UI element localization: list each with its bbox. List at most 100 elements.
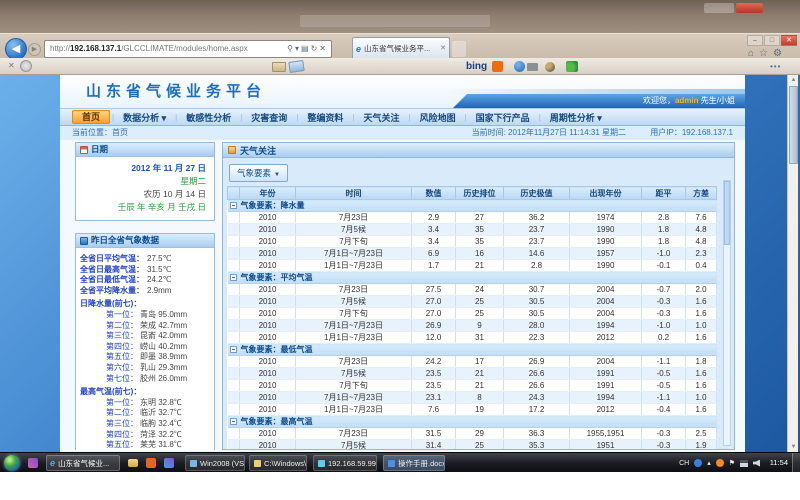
rank-label[interactable]: 第四位：	[106, 430, 138, 439]
forward-button[interactable]: ▶	[28, 43, 41, 56]
paw-app-icon[interactable]	[545, 62, 555, 72]
taskbar-clock[interactable]: 11:54	[770, 453, 788, 473]
collapse-icon[interactable]	[230, 202, 237, 209]
nav-item-1[interactable]: 首页	[72, 110, 110, 124]
nav-item-2[interactable]: 数据分析 ▾	[114, 111, 175, 124]
back-button[interactable]: ◀	[5, 38, 27, 60]
browser-tab[interactable]: e 山东省气候业务平... ✕	[352, 37, 450, 59]
table-row[interactable]: 20107月23日24.21726.92004-1.11.8	[228, 356, 717, 368]
rank-label[interactable]: 第四位：	[106, 342, 138, 351]
table-row[interactable]: 20107月5候27.02530.52004-0.31.6	[228, 296, 717, 308]
table-row[interactable]: 20107月5候23.52126.61991-0.51.6	[228, 368, 717, 380]
collapse-icon[interactable]	[230, 418, 237, 425]
nav-item-3[interactable]: 敏感性分析	[177, 111, 240, 124]
mail-card-icon[interactable]	[288, 60, 304, 73]
table-row[interactable]: 20107月5候3.43523.719901.84.8	[228, 224, 717, 236]
media-app-icon[interactable]	[164, 458, 174, 468]
language-indicator[interactable]: CH	[679, 460, 689, 467]
column-header-1[interactable]: 年份	[240, 187, 296, 200]
tray-blue-icon[interactable]	[694, 459, 702, 467]
taskbar-button-1[interactable]: Win2008 (VS2...	[185, 455, 245, 471]
scroll-down-icon[interactable]: ▼	[788, 442, 799, 452]
taskbar-button-2[interactable]: C:\Windows\s...	[249, 455, 307, 471]
table-row[interactable]: 20107月下旬23.52126.61991-0.51.6	[228, 380, 717, 392]
new-tab-button[interactable]	[452, 41, 466, 57]
orange-app-icon[interactable]	[146, 458, 156, 468]
refresh-icon[interactable]: ↻	[311, 44, 320, 53]
bing-logo[interactable]: bing	[466, 61, 487, 72]
rank-label[interactable]: 第二位：	[106, 408, 138, 417]
column-header-7[interactable]: 距平	[642, 187, 686, 200]
table-group-row[interactable]: 气象要素：最低气温	[228, 344, 717, 356]
table-row[interactable]: 20101月1日~7月23日12.03122.320120.21.6	[228, 332, 717, 344]
table-row[interactable]: 20107月23日31.52936.31955,1951-0.32.5	[228, 428, 717, 440]
table-row[interactable]: 20107月下旬27.02530.52004-0.31.6	[228, 308, 717, 320]
column-header-5[interactable]: 历史极值	[504, 187, 570, 200]
nav-item-4[interactable]: 灾害查询	[242, 111, 296, 124]
table-group-row[interactable]: 气象要素：降水量	[228, 200, 717, 212]
table-row[interactable]: 20107月23日2.92736.219742.87.6	[228, 212, 717, 224]
compass-icon[interactable]	[20, 60, 32, 72]
tab-close-icon[interactable]: ✕	[440, 39, 446, 59]
toolbar-close-icon[interactable]: ✕	[8, 61, 15, 70]
stop-icon[interactable]: ✕	[319, 44, 328, 53]
collapse-icon[interactable]	[230, 274, 237, 281]
rank-label[interactable]: 第五位：	[106, 440, 138, 449]
orange-addon-icon[interactable]	[492, 61, 503, 72]
table-row[interactable]: 20107月1日~7月23日23.1824.31994-1.11.0	[228, 392, 717, 404]
table-scrollbar-thumb[interactable]	[724, 181, 730, 245]
compatibility-icon[interactable]: ▤	[301, 44, 311, 53]
table-row[interactable]: 20107月23日27.52430.72004-0.72.0	[228, 284, 717, 296]
close-button[interactable]: ✕	[781, 35, 797, 46]
nav-item-8[interactable]: 国家下行产品	[467, 111, 539, 124]
page-scrollbar-thumb[interactable]	[789, 86, 798, 164]
taskbar-button-3[interactable]: 192.168.59.99...	[313, 455, 377, 471]
taskbar-ie-button[interactable]: e 山东省气候业...	[46, 455, 120, 471]
show-desktop-button[interactable]	[792, 453, 800, 473]
background-window-minmax-buttons[interactable]	[704, 3, 734, 13]
network-icon[interactable]	[740, 460, 748, 467]
column-header-4[interactable]: 历史排位	[456, 187, 504, 200]
background-window-close-button[interactable]	[736, 3, 763, 13]
rank-label[interactable]: 第三位：	[106, 331, 138, 340]
collapse-icon[interactable]	[230, 346, 237, 353]
table-scrollbar[interactable]	[723, 180, 731, 446]
minimize-button[interactable]: –	[747, 35, 763, 46]
rank-label[interactable]: 第一位：	[106, 310, 138, 319]
taskbar-button-4[interactable]: 操作手册.docx ...	[383, 455, 445, 471]
blue-app-icon[interactable]	[514, 61, 525, 72]
column-header-3[interactable]: 数值	[412, 187, 456, 200]
column-header-2[interactable]: 时间	[296, 187, 412, 200]
table-row[interactable]: 20107月5候31.42535.31951-0.31.9	[228, 440, 717, 451]
page-scrollbar[interactable]: ▲ ▼	[787, 75, 798, 452]
element-filter-button[interactable]: 气象要素▼	[229, 164, 288, 182]
column-header-6[interactable]: 出现年份	[570, 187, 642, 200]
table-row[interactable]: 20101月1日~7月23日1.7212.81990-0.10.4	[228, 260, 717, 272]
column-header-8[interactable]: 方差	[686, 187, 717, 200]
search-icon[interactable]: ⚲	[287, 44, 295, 53]
rank-label[interactable]: 第六位：	[106, 363, 138, 372]
rank-label[interactable]: 第七位：	[106, 374, 138, 383]
rank-label[interactable]: 第一位：	[106, 398, 138, 407]
explorer-folder-icon[interactable]	[128, 459, 138, 467]
nav-item-5[interactable]: 整编资料	[298, 111, 352, 124]
nav-item-6[interactable]: 天气关注	[354, 111, 408, 124]
start-button[interactable]	[4, 455, 20, 471]
table-row[interactable]: 20107月1日~7月23日26.9928.01994-1.01.0	[228, 320, 717, 332]
firefox-tray-icon[interactable]	[716, 459, 724, 467]
nav-item-7[interactable]: 风险地图	[411, 111, 465, 124]
address-bar[interactable]: http://192.168.137.1/GLCCLIMATE/modules/…	[44, 40, 332, 58]
table-row[interactable]: 20107月下旬3.43523.719901.84.8	[228, 236, 717, 248]
table-group-row[interactable]: 气象要素：最高气温	[228, 416, 717, 428]
more-options-icon[interactable]: •••	[770, 62, 781, 71]
table-group-row[interactable]: 气象要素：平均气温	[228, 272, 717, 284]
table-row[interactable]: 20101月1日~7月23日7.61917.22012-0.41.6	[228, 404, 717, 416]
rank-label[interactable]: 第二位：	[106, 321, 138, 330]
nav-item-9[interactable]: 周期性分析 ▾	[541, 111, 611, 124]
action-center-flag-icon[interactable]: ⚑	[729, 459, 735, 467]
card-icon-1[interactable]	[272, 62, 286, 72]
rank-label[interactable]: 第三位：	[106, 419, 138, 428]
volume-icon[interactable]	[753, 460, 760, 467]
scroll-up-icon[interactable]: ▲	[788, 75, 799, 85]
rank-label[interactable]: 第五位：	[106, 352, 138, 361]
